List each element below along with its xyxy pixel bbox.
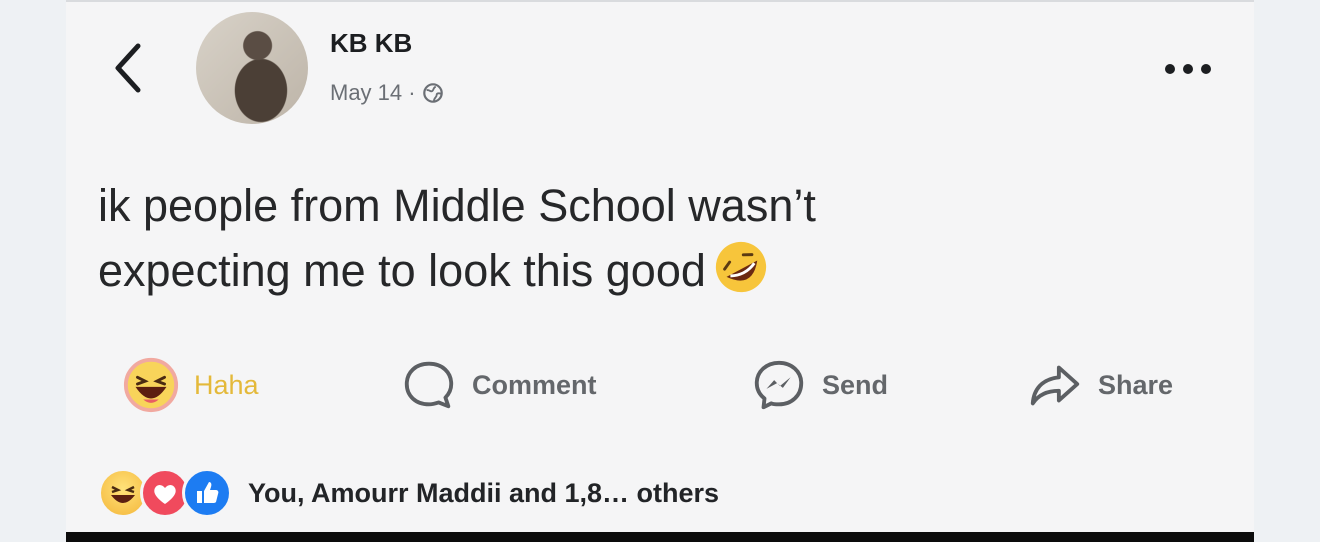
share-icon <box>1030 365 1080 406</box>
bottom-bar <box>66 532 1254 542</box>
top-divider <box>66 0 1254 2</box>
post-text: ik people from Middle School wasn’t expe… <box>98 174 1198 303</box>
share-button[interactable]: Share <box>1026 356 1173 414</box>
post-meta: May 14 · <box>330 80 444 106</box>
post-date[interactable]: May 14 · <box>330 80 416 106</box>
send-label: Send <box>822 369 889 400</box>
send-button[interactable]: Send <box>750 356 888 414</box>
haha-reaction-icon <box>123 357 179 413</box>
more-options-button[interactable] <box>1160 58 1220 80</box>
haha-button[interactable]: Haha <box>122 356 259 414</box>
like-count-icon <box>182 468 232 518</box>
chevron-left-icon <box>115 43 141 93</box>
comment-icon <box>404 361 454 409</box>
comment-button[interactable]: Comment <box>400 356 597 414</box>
share-label: Share <box>1098 369 1174 400</box>
reactions-summary[interactable]: You, Amourr Maddii and 1,8… others <box>98 468 719 518</box>
rofl-emoji-icon <box>715 241 767 293</box>
author-name[interactable]: KB KB <box>330 28 412 59</box>
messenger-icon <box>754 360 804 410</box>
globe-icon <box>422 83 443 103</box>
post-text-line-2: expecting me to look this good <box>98 245 706 296</box>
post-text-line-1: ik people from Middle School wasn’t <box>98 180 816 231</box>
haha-label: Haha <box>194 369 259 400</box>
more-icon <box>1165 64 1211 74</box>
comment-label: Comment <box>472 369 597 400</box>
post-text-line-2-wrap: expecting me to look this good <box>98 238 1198 303</box>
back-button[interactable] <box>108 40 148 96</box>
avatar[interactable] <box>196 12 308 124</box>
reactions-text: You, Amourr Maddii and 1,8… others <box>248 477 720 508</box>
